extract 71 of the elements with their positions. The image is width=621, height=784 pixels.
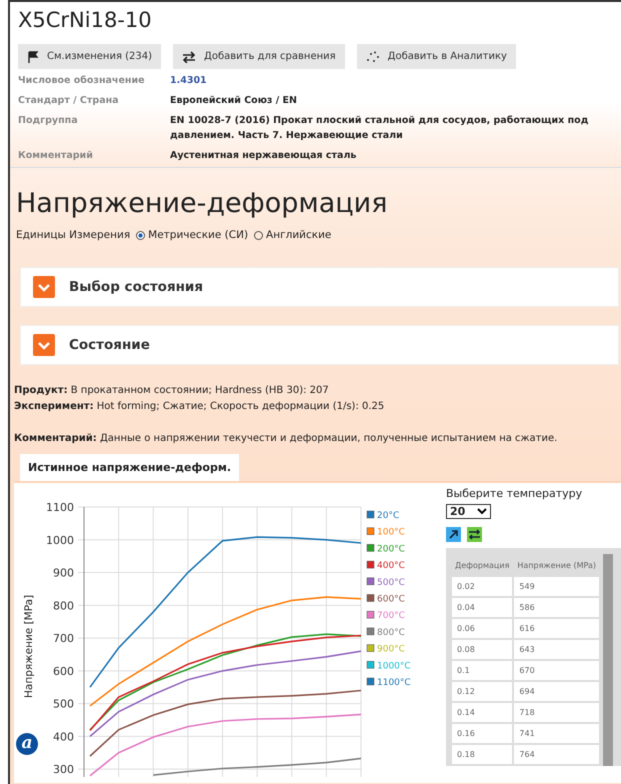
section-title: Напряжение-деформация (15, 187, 388, 221)
table-cell: 0.12 (452, 682, 512, 701)
info-line: Продукт: В прокатанном состоянии; Hardness (HB 30): 207 (14, 384, 330, 398)
dots-icon (366, 50, 380, 62)
figure-label: a (16, 733, 38, 755)
property-label: Подгруппа (18, 114, 79, 128)
table-cell: 0.14 (452, 703, 512, 722)
column-header: Напряжение (MPa) (516, 560, 597, 572)
table-cell: 764 (514, 745, 599, 764)
y-axis-title: Напряжение [MPa] (23, 594, 35, 698)
units-label: Единицы Измерения (16, 229, 130, 241)
property-link[interactable]: 1.4301 (170, 73, 611, 88)
caret-icon (477, 508, 488, 515)
toolbar-button[interactable]: Добавить в Аналитику (356, 44, 516, 69)
export-icon[interactable] (446, 527, 461, 542)
y-tick-label: 600 (53, 664, 74, 678)
flag-icon (27, 50, 39, 62)
property-label: Стандарт / Страна (18, 94, 120, 108)
table-cell: 741 (514, 724, 599, 743)
table-cell: 549 (514, 577, 599, 596)
toolbar-button[interactable]: См.изменения (234) (18, 44, 162, 69)
table-cell: 694 (514, 682, 599, 701)
legend-label[interactable]: 20°C (377, 511, 400, 521)
accordion-panel[interactable]: Выбор состояния (20, 267, 619, 307)
unit-radio[interactable]: Английские (254, 229, 332, 241)
info-line: Комментарий: Данные о напряжении текучести и деформации, полученные испытанием на сжатие. (14, 432, 558, 446)
y-tick-label: 900 (53, 566, 74, 580)
table-cell: 586 (514, 598, 599, 617)
table-cell: 0.04 (452, 598, 512, 617)
table-cell: 670 (514, 661, 599, 680)
legend-label[interactable]: 800°C (377, 628, 405, 638)
legend-label[interactable]: 1100°C (377, 678, 411, 688)
temperature-label: Выберите температуру (446, 487, 584, 500)
table-cell: 718 (514, 703, 599, 722)
unit-radio[interactable]: Метрические (СИ) (136, 229, 248, 241)
property-label: Комментарий (18, 149, 94, 163)
column-header: Деформация (454, 560, 510, 572)
chart-tab[interactable]: Истинное напряжение-деформ. (20, 454, 240, 481)
accordion-panel[interactable]: Состояние (20, 325, 619, 365)
y-tick-label: 800 (53, 599, 74, 612)
y-tick-label: 1000 (46, 534, 74, 547)
table-cell: 0.06 (452, 619, 512, 638)
chevron-icon (33, 276, 55, 298)
y-tick-label: 300 (53, 763, 74, 776)
legend-label[interactable]: 600°C (377, 594, 405, 604)
table-cell: 0.18 (452, 745, 512, 764)
y-tick-label: 400 (53, 730, 74, 744)
legend-label[interactable]: 400°C (377, 561, 405, 572)
toolbar-button[interactable]: Добавить для сравнения (173, 44, 345, 69)
property-label: Числовое обозначение (18, 74, 146, 88)
legend-label[interactable]: 500°C (377, 578, 405, 588)
table-cell: 616 (514, 619, 599, 638)
table-cell: 0.1 (452, 661, 512, 680)
table-cell: 0.08 (452, 640, 512, 659)
table-cell: 0.02 (452, 577, 512, 596)
info-line: Эксперимент: Hot forming; Сжатие; Скорость деформации (1/s): 0.25 (14, 400, 386, 414)
property-value: EN 10028-7 (2016) Прокат плоский стальной для сосудов, работающих под давлением. Часть 7. Нержавеющие стали (170, 114, 590, 143)
swap-icon[interactable] (467, 527, 482, 542)
material-title: X5CrNi18-10 (18, 8, 153, 32)
y-tick-label: 500 (53, 698, 74, 711)
scrollbar[interactable] (602, 554, 613, 766)
table-cell: 643 (514, 640, 599, 659)
y-tick-label: 700 (53, 632, 74, 646)
legend-label[interactable]: 200°C (377, 544, 405, 554)
chevron-icon (33, 334, 55, 356)
property-value: Аустенитная нержавеющая сталь (170, 149, 358, 163)
property-value: Европейский Союз / EN (170, 94, 298, 108)
table-cell: 0.16 (452, 724, 512, 743)
temperature-select[interactable]: 20 (446, 504, 492, 519)
y-tick-label: 1100 (46, 501, 74, 514)
swap-arrows-icon (182, 50, 196, 62)
